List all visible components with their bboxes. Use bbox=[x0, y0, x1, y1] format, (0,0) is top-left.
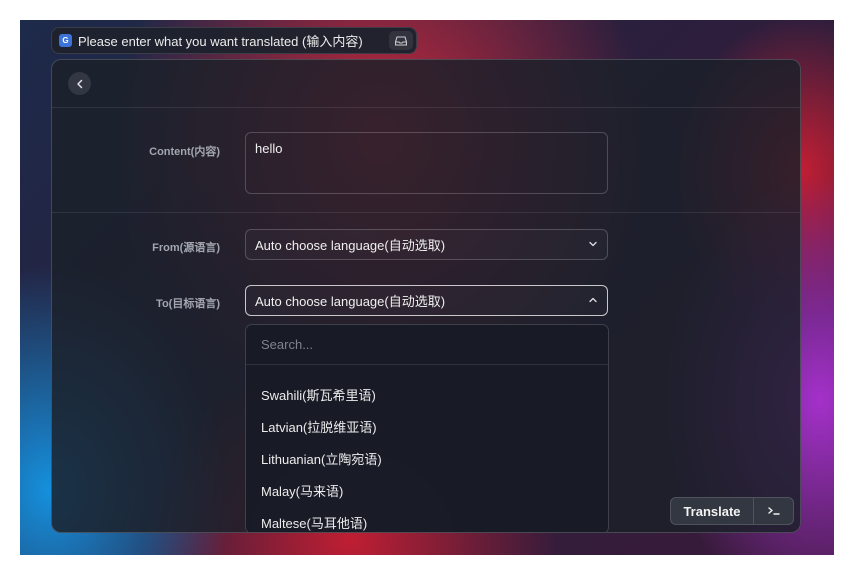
language-option[interactable]: Maltese(马耳他语) bbox=[261, 513, 367, 532]
to-language-select[interactable]: Auto choose language(自动选取) bbox=[245, 285, 608, 316]
back-button[interactable] bbox=[68, 72, 91, 95]
from-label: From(源语言) bbox=[152, 242, 220, 254]
shortcut-button[interactable] bbox=[754, 506, 793, 516]
tray-icon bbox=[395, 35, 407, 46]
section-divider bbox=[52, 212, 800, 213]
translate-button-label: Translate bbox=[683, 503, 741, 519]
language-option[interactable]: Lithuanian(立陶宛语) bbox=[261, 449, 382, 468]
chevron-down-icon bbox=[589, 241, 597, 247]
header-divider bbox=[52, 107, 800, 108]
language-option-partial[interactable] bbox=[261, 365, 371, 370]
language-option[interactable]: Swahili(斯瓦希里语) bbox=[261, 385, 376, 404]
chevron-left-icon bbox=[76, 79, 82, 88]
from-language-value: Auto choose language(自动选取) bbox=[255, 238, 446, 253]
search-bar[interactable]: G Please enter what you want translated … bbox=[51, 27, 417, 54]
chevron-up-icon bbox=[589, 297, 597, 303]
translate-button[interactable]: Translate bbox=[670, 497, 794, 525]
language-option[interactable]: Latvian(拉脱维亚语) bbox=[261, 417, 377, 436]
content-label: Content(内容) bbox=[149, 146, 220, 158]
tray-button[interactable] bbox=[389, 31, 413, 50]
content-textarea[interactable]: hello bbox=[245, 132, 608, 194]
language-option[interactable]: Malay(马来语) bbox=[261, 481, 343, 500]
language-list[interactable]: Swahili(斯瓦希里语) Latvian(拉脱维亚语) Lithuanian… bbox=[246, 365, 608, 532]
to-label: To(目标语言) bbox=[156, 298, 220, 310]
to-language-value: Auto choose language(自动选取) bbox=[255, 294, 446, 309]
search-query[interactable]: Please enter what you want translated (输… bbox=[78, 31, 363, 50]
terminal-icon bbox=[767, 507, 780, 515]
language-search-input[interactable]: Search... bbox=[246, 325, 608, 365]
language-dropdown: Search... Swahili(斯瓦希里语) Latvian(拉脱维亚语) … bbox=[245, 324, 609, 532]
translate-app-icon: G bbox=[59, 34, 72, 47]
from-language-select[interactable]: Auto choose language(自动选取) bbox=[245, 229, 608, 260]
translate-window: Content(内容) hello From(源语言) Auto choose … bbox=[51, 59, 801, 533]
